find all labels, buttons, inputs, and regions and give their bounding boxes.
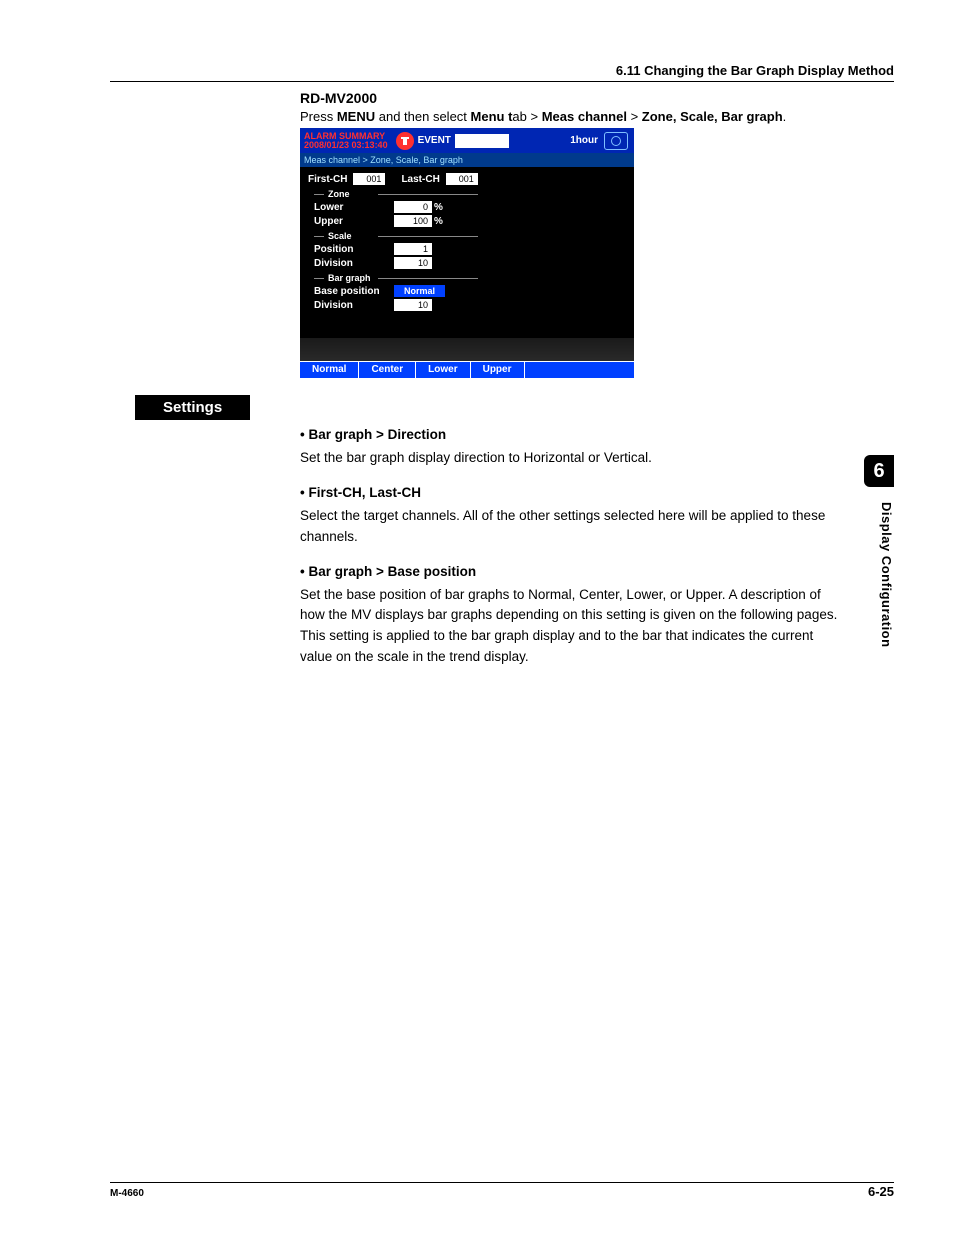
first-ch-label: First-CH [308,174,347,185]
page-header: 6.11 Changing the Bar Graph Display Meth… [110,63,894,82]
device-softkeys: Normal Center Lower Upper [300,361,634,378]
setting-title: First-CH, Last-CH [300,483,840,504]
setting-body: Set the bar graph display direction to H… [300,448,840,469]
camera-icon [604,132,628,150]
text: Press [300,109,337,124]
menu-tab: Menu t [471,109,513,124]
text: ab > [512,109,541,124]
softkey-upper[interactable]: Upper [471,362,525,378]
scale-group: Scale Position 1 Division 10 [308,231,626,269]
base-position-label: Base position [314,286,394,297]
percent-sign: % [434,216,443,227]
settings-content: Bar graph > Direction Set the bar graph … [300,425,840,682]
scale-title: Scale [328,231,626,241]
device-breadcrumb: Meas channel > Zone, Scale, Bar graph [300,153,634,167]
softkey-center[interactable]: Center [359,362,416,378]
event-progress [455,134,509,148]
setting-item: Bar graph > Direction Set the bar graph … [300,425,840,469]
bargraph-division-label: Division [314,300,394,311]
footer-rule [110,1182,894,1183]
zone-upper-field[interactable]: 100 [394,215,432,227]
scale-position-field[interactable]: 1 [394,243,432,255]
footer-doc-id: M-4660 [110,1188,144,1199]
bargraph-division-field[interactable]: 10 [394,299,432,311]
zone-lower-label: Lower [314,202,394,213]
zone-group: Zone Lower 0 % Upper 100 % [308,189,626,227]
alarm-summary: ALARM SUMMARY 2008/01/23 03:13:40 [300,130,392,152]
zone-scale-bargraph: Zone, Scale, Bar graph [642,109,783,124]
model-heading: RD-MV2000 [300,90,377,106]
bargraph-title: Bar graph [328,273,626,283]
zone-lower-field[interactable]: 0 [394,201,432,213]
setting-body: Select the target channels. All of the o… [300,506,840,548]
chapter-title-vertical: Display Configuration [864,496,894,648]
last-ch-label: Last-CH [401,174,439,185]
timespan-label: 1hour [570,135,598,146]
text: and then select [375,109,470,124]
first-ch-field[interactable]: 001 [353,173,385,185]
meas-channel: Meas channel [542,109,627,124]
zone-upper-label: Upper [314,216,394,227]
setting-body: Set the base position of bar graphs to N… [300,585,840,669]
device-gap [300,338,634,362]
alarm-timestamp: 2008/01/23 03:13:40 [304,141,388,150]
device-body: First-CH 001 Last-CH 001 Zone Lower 0 % … [300,167,634,311]
nav-instruction: Press MENU and then select Menu tab > Me… [300,109,786,124]
setting-item: Bar graph > Base position Set the base p… [300,562,840,669]
text: > [627,109,642,124]
menu-key: MENU [337,109,375,124]
scale-division-field[interactable]: 10 [394,257,432,269]
setting-title: Bar graph > Base position [300,562,840,583]
scale-division-label: Division [314,258,394,269]
page: 6.11 Changing the Bar Graph Display Meth… [0,0,954,1235]
footer-page-number: 6-25 [868,1184,894,1199]
device-screenshot: ALARM SUMMARY 2008/01/23 03:13:40 EVENT … [300,128,634,378]
chapter-tab: 6 [864,455,894,487]
record-icon [396,132,414,150]
setting-title: Bar graph > Direction [300,425,840,446]
softkey-normal[interactable]: Normal [300,362,359,378]
settings-heading: Settings [135,395,250,420]
softkey-lower[interactable]: Lower [416,362,470,378]
text: . [783,109,787,124]
percent-sign: % [434,202,443,213]
base-position-field[interactable]: Normal [394,285,445,297]
event-label: EVENT [418,135,451,146]
zone-title: Zone [328,189,626,199]
device-titlebar: ALARM SUMMARY 2008/01/23 03:13:40 EVENT … [300,128,634,153]
last-ch-field[interactable]: 001 [446,173,478,185]
bargraph-group: Bar graph Base position Normal Division … [308,273,626,311]
scale-position-label: Position [314,244,394,255]
setting-item: First-CH, Last-CH Select the target chan… [300,483,840,548]
